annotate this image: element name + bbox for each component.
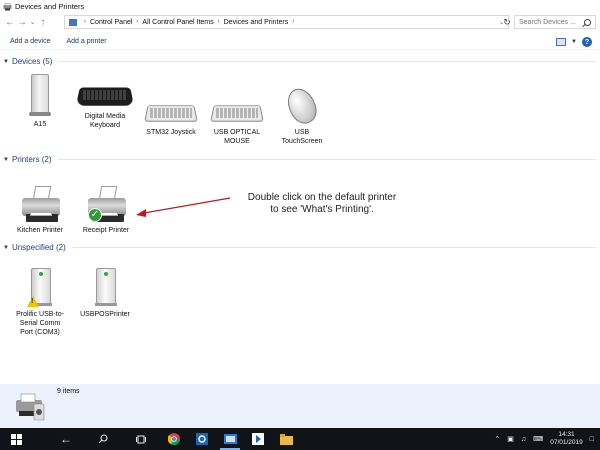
breadcrumb-all-items[interactable]: All Control Panel Items [142, 19, 213, 26]
keyboard-icon [144, 100, 198, 126]
add-printer-button[interactable]: Add a printer [66, 38, 106, 45]
chrome-icon[interactable] [160, 428, 188, 450]
printer-icon [18, 186, 62, 224]
clock-time: 14:31 [558, 431, 575, 438]
device-label: Prolific USB-to-Serial Comm Port (COM3) [16, 311, 64, 336]
unspecified-device-icon [90, 266, 120, 308]
notifications-icon[interactable]: □ [590, 436, 594, 443]
control-panel-folder-icon [69, 18, 77, 26]
task-view-icon[interactable] [126, 428, 156, 450]
device-digital-media-keyboard[interactable]: Digital Media Keyboard [70, 80, 140, 130]
annotation-arrow-icon [136, 197, 231, 217]
app-icon[interactable] [244, 428, 272, 450]
breadcrumb-devices-printers[interactable]: Devices and Printers [224, 19, 289, 26]
keyboard-icon [210, 100, 264, 126]
keyboard-tray-icon[interactable]: ⌨ [533, 435, 543, 443]
device-label: USBPOSPrinter [80, 311, 130, 318]
start-button[interactable] [0, 428, 32, 450]
address-bar[interactable]: › Control Panel › All Control Panel Item… [64, 15, 509, 29]
volume-icon[interactable]: ♫ [521, 436, 526, 443]
device-usbposprinter[interactable]: USBPOSPrinter [74, 266, 136, 319]
annotation-line-2: to see 'What's Printing'. [270, 204, 374, 215]
group-title: Devices (5) [11, 57, 53, 66]
printer-kitchen[interactable]: Kitchen Printer [10, 186, 70, 235]
view-dropdown-chevron-icon[interactable]: ▼ [571, 39, 577, 45]
device-stm32-joystick[interactable]: STM32 Joystick [140, 100, 202, 137]
group-header-printers[interactable]: ▼ Printers (2) [0, 155, 600, 164]
collapse-chevron-icon[interactable]: ▼ [3, 59, 9, 65]
search-icon[interactable] [88, 428, 118, 450]
collapse-chevron-icon[interactable]: ▼ [3, 157, 9, 163]
group-header-unspecified[interactable]: ▼ Unspecified (2) [0, 243, 600, 252]
printer-icon: ✓ [84, 186, 128, 224]
add-device-button[interactable]: Add a device [10, 38, 50, 45]
windows-logo-icon [10, 433, 22, 445]
group-divider [58, 61, 596, 62]
view-controls: ▼ ? [556, 37, 592, 47]
change-view-icon[interactable] [556, 38, 567, 46]
device-label: Digital Media Keyboard [84, 113, 126, 129]
up-arrow-icon[interactable]: ↑ [37, 15, 49, 29]
address-toolbar: ← → ⌄ ↑ › Control Panel › All Control Pa… [0, 13, 600, 31]
breadcrumb-separator-icon: › [217, 19, 220, 25]
group-title: Unspecified (2) [11, 243, 66, 252]
device-a15[interactable]: A15 [20, 72, 60, 129]
taskbar: ← ⌃ ▣ ♫ ⌨ 14:31 07/01/2019 □ [0, 428, 600, 450]
device-label: A15 [33, 121, 47, 128]
group-header-devices[interactable]: ▼ Devices (5) [0, 57, 600, 66]
title-bar: Devices and Printers [0, 0, 600, 13]
device-label: STM32 Joystick [146, 129, 196, 136]
keyboard-icon [75, 80, 135, 110]
command-bar: Add a device Add a printer ▼ ? [0, 34, 600, 50]
printer-receipt[interactable]: ✓ Receipt Printer [76, 186, 136, 235]
breadcrumb-separator-icon: › [136, 19, 139, 25]
annotation-callout: Double click on the default printer to s… [222, 192, 422, 216]
file-explorer-icon[interactable] [272, 428, 300, 450]
settings-gear-icon[interactable] [188, 428, 216, 450]
annotation-line-1: Double click on the default printer [247, 192, 397, 203]
back-arrow-icon[interactable]: ← [52, 428, 80, 450]
recent-locations-chevron-icon[interactable]: ⌄ [28, 15, 37, 29]
search-icon [584, 19, 591, 26]
refresh-icon[interactable]: ↻ [501, 15, 513, 29]
search-placeholder: Search Devices ... [519, 18, 576, 26]
device-usb-touchscreen[interactable]: USB TouchScreen [272, 84, 332, 146]
printer-label: Kitchen Printer [17, 227, 63, 234]
clock-date: 07/01/2019 [550, 439, 583, 446]
devices-printers-icon [3, 2, 12, 11]
group-divider [57, 159, 596, 160]
search-input[interactable]: Search Devices ... [514, 15, 596, 29]
details-pane: 9 items [0, 384, 600, 428]
help-icon[interactable]: ? [582, 37, 592, 47]
network-icon[interactable]: ▣ [507, 435, 514, 443]
window-title: Devices and Printers [15, 2, 85, 11]
computer-tower-icon [27, 72, 53, 118]
breadcrumb-control-panel[interactable]: Control Panel [90, 19, 132, 26]
device-usb-optical-mouse[interactable]: USB OPTICAL MOUSE [206, 100, 268, 146]
default-printer-check-icon: ✓ [88, 208, 102, 222]
breadcrumb-separator-icon: › [84, 19, 86, 25]
group-divider [71, 247, 596, 248]
control-panel-icon[interactable] [216, 428, 244, 450]
device-label: USB OPTICAL MOUSE [213, 129, 261, 145]
breadcrumb-separator-icon: › [292, 19, 295, 25]
clock[interactable]: 14:31 07/01/2019 [550, 431, 583, 447]
mouse-icon [282, 84, 322, 128]
item-count: 9 items [57, 388, 80, 395]
show-desktop-chevron-icon[interactable]: ⌃ [494, 435, 500, 443]
devices-printers-icon [10, 390, 50, 424]
device-prolific-usb-serial[interactable]: ! Prolific USB-to-Serial Comm Port (COM3… [10, 266, 70, 337]
device-label: USB TouchScreen [281, 129, 323, 145]
unspecified-device-icon: ! [25, 266, 55, 308]
group-title: Printers (2) [11, 155, 52, 164]
system-tray: ⌃ ▣ ♫ ⌨ 14:31 07/01/2019 □ [494, 428, 600, 450]
forward-arrow-icon[interactable]: → [16, 15, 28, 29]
collapse-chevron-icon[interactable]: ▼ [3, 245, 9, 251]
printer-label: Receipt Printer [82, 227, 130, 234]
back-arrow-icon[interactable]: ← [4, 15, 16, 29]
